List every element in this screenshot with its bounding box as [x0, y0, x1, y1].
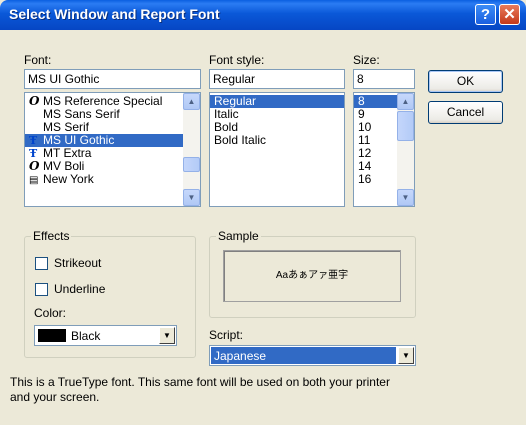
scroll-down-button[interactable]: ▼ [397, 189, 414, 206]
scroll-up-button[interactable]: ▲ [397, 93, 414, 110]
color-label: Color: [34, 306, 67, 320]
font-list[interactable]: O MS Reference Special MS Sans Serif MS Ser… [24, 92, 201, 207]
color-swatch [38, 329, 66, 342]
truetype-icon: Ŧ [29, 134, 38, 147]
help-button[interactable]: ? [475, 4, 496, 25]
sample-label: Sample [216, 229, 261, 243]
font-item-label: MT Extra [43, 146, 92, 160]
style-list-item[interactable]: Bold Italic [210, 134, 344, 147]
style-item-label: Bold [214, 120, 239, 134]
font-style-label: Font style: [209, 53, 265, 67]
font-label: Font: [24, 53, 52, 67]
ok-button[interactable]: OK [428, 70, 503, 93]
scroll-thumb[interactable] [183, 157, 200, 172]
size-item-label: 8 [358, 94, 365, 108]
size-input[interactable]: 8 [353, 69, 415, 89]
color-value: Black [71, 329, 101, 343]
size-list-scrollbar[interactable]: ▲ ▼ [397, 93, 414, 206]
font-info-text: This is a TrueType font. This same font … [10, 375, 390, 404]
font-item-label: MS Serif [43, 120, 90, 134]
size-item-label: 16 [358, 172, 372, 186]
strikeout-checkbox[interactable] [35, 257, 48, 270]
size-item-label: 11 [358, 133, 371, 147]
font-item-label: MS Sans Serif [43, 107, 120, 121]
title-bar[interactable]: Select Window and Report Font ? ✕ [0, 0, 526, 30]
size-label: Size: [353, 53, 380, 67]
dropdown-arrow-icon[interactable]: ▼ [398, 347, 414, 364]
window-title: Select Window and Report Font [9, 6, 220, 22]
printer-icon: ▤ [29, 175, 39, 186]
font-style-input[interactable]: Regular [209, 69, 345, 89]
font-item-label: New York [43, 172, 94, 186]
sample-preview: Aaあぁアァ亜宇 [223, 250, 401, 302]
script-select[interactable]: Japanese ▼ [209, 345, 416, 366]
underline-label: Underline [54, 282, 106, 296]
close-button[interactable]: ✕ [499, 4, 520, 25]
size-item-label: 9 [358, 107, 365, 121]
opentype-icon: O [29, 159, 40, 173]
size-item-label: 10 [358, 120, 372, 134]
scroll-thumb[interactable] [397, 111, 414, 141]
color-select[interactable]: Black ▼ [34, 325, 177, 346]
style-item-label: Italic [214, 107, 239, 121]
style-item-label: Regular [214, 94, 257, 108]
font-list-scrollbar[interactable]: ▲ ▼ [183, 93, 200, 206]
cancel-button[interactable]: Cancel [428, 101, 503, 124]
underline-checkbox[interactable] [35, 283, 48, 296]
font-name-input[interactable]: MS UI Gothic [24, 69, 201, 89]
scroll-up-button[interactable]: ▲ [183, 93, 200, 110]
font-item-label: MS Reference Special [43, 94, 163, 108]
script-value: Japanese [211, 347, 396, 364]
size-item-label: 14 [358, 159, 372, 173]
font-item-label: MS UI Gothic [43, 133, 115, 147]
font-item-label: MV Boli [43, 159, 85, 173]
script-label: Script: [209, 328, 244, 342]
style-item-label: Bold Italic [214, 133, 267, 147]
opentype-icon: O [29, 94, 40, 108]
font-style-list[interactable]: Regular Italic Bold Bold Italic [209, 92, 345, 207]
size-list[interactable]: 8 9 10 11 12 14 16 ▲ ▼ [353, 92, 415, 207]
strikeout-label: Strikeout [54, 256, 102, 270]
size-item-label: 12 [358, 146, 372, 160]
font-list-item[interactable]: ▤ New York [25, 172, 200, 187]
dropdown-arrow-icon[interactable]: ▼ [159, 327, 175, 344]
scroll-down-button[interactable]: ▼ [183, 189, 200, 206]
effects-label: Effects [31, 229, 72, 243]
